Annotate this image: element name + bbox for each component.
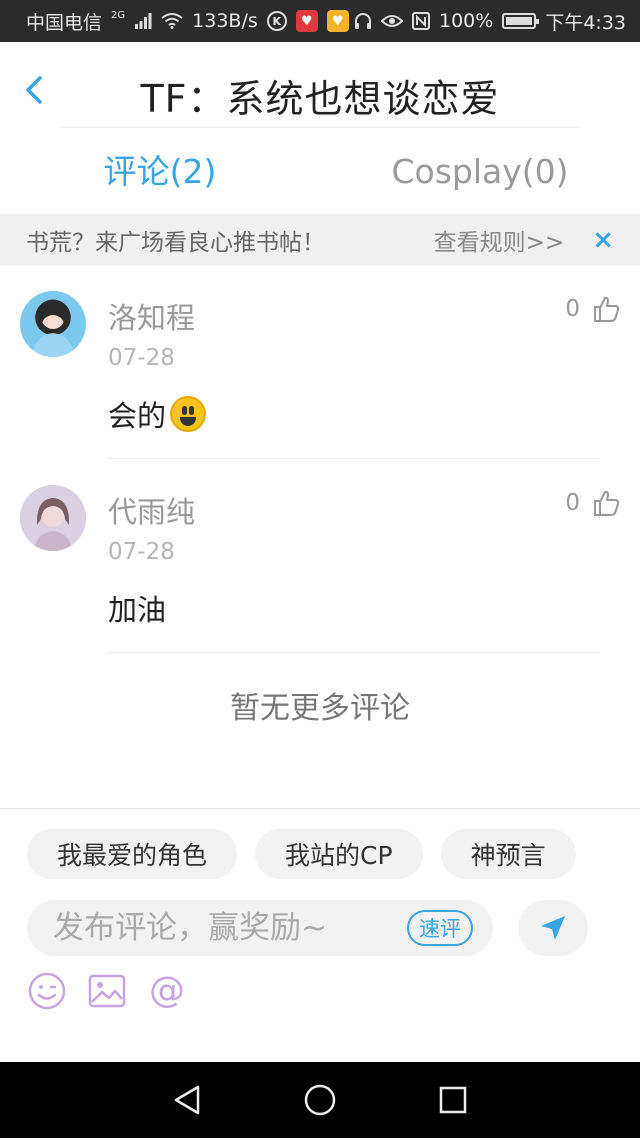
comment-input[interactable] [51, 909, 407, 947]
bag-app-icon: ♥ [326, 10, 349, 32]
comment-input-wrapper: 速评 [27, 900, 493, 956]
headphones-icon [354, 12, 372, 30]
circle-home-icon [304, 1084, 336, 1116]
battery-fill [506, 17, 533, 25]
comment-body: 加油 [108, 593, 167, 627]
network-type: 2G [111, 9, 126, 21]
nav-home-button[interactable] [298, 1078, 342, 1122]
avatar[interactable] [20, 291, 86, 357]
like-count: 0 [565, 490, 580, 516]
battery-icon [502, 13, 540, 29]
comment-body: 会的 [108, 399, 167, 433]
composer-tools: @ [27, 971, 187, 1011]
nav-back-button[interactable] [165, 1078, 209, 1122]
comment-date: 07-28 [108, 539, 175, 565]
heart-app-icon: ♥ [295, 10, 318, 32]
system-nav-bar [0, 1062, 640, 1138]
emoji-button[interactable] [27, 971, 67, 1011]
carrier-label: 中国电信 [26, 11, 103, 34]
no-more-comments: 暂无更多评论 [230, 691, 410, 726]
comment-item: 洛知程 07-28 会的 0 [0, 265, 640, 459]
comment-author[interactable]: 代雨纯 [108, 489, 195, 531]
comment-text: 会的 [108, 393, 207, 435]
view-rules-link[interactable]: 查看规则>> [434, 223, 565, 257]
quick-review-button[interactable]: 速评 [407, 910, 473, 946]
tab-bar: 评论(2) Cosplay(0) [0, 130, 640, 214]
smiley-icon [28, 972, 66, 1010]
app-header: TF：系统也想谈恋爱 [0, 42, 640, 128]
like-button[interactable]: 0 [565, 295, 620, 323]
signal-icon [134, 13, 152, 29]
comment-date: 07-28 [108, 345, 175, 371]
close-icon[interactable]: × [592, 225, 614, 255]
nav-recents-button[interactable] [431, 1078, 475, 1122]
comment-item: 代雨纯 07-28 加油 0 [0, 459, 640, 653]
k-app-icon: K [266, 11, 287, 31]
like-count: 0 [565, 296, 580, 322]
avatar[interactable] [20, 485, 86, 551]
network-speed: 133B/s [192, 10, 258, 32]
topic-chip[interactable]: 我最爱的角色 [27, 829, 238, 879]
square-recents-icon [440, 1086, 467, 1114]
eye-icon [381, 14, 403, 28]
send-icon [541, 916, 565, 940]
image-button[interactable] [87, 971, 127, 1011]
topic-chips: 我最爱的角色 我站的CP 神预言 [27, 829, 576, 879]
comment-composer: 我最爱的角色 我站的CP 神预言 速评 @ [0, 808, 640, 1062]
at-icon: @ [149, 970, 185, 1011]
thumbs-up-icon [594, 296, 620, 322]
triangle-back-icon [174, 1085, 199, 1115]
tab-comments[interactable]: 评论(2) [0, 130, 320, 214]
page-title: TF：系统也想谈恋爱 [140, 77, 500, 121]
send-button[interactable] [518, 900, 588, 956]
header-divider [60, 127, 580, 128]
clock: 下午4:33 [545, 11, 626, 34]
banner-text: 书荒？来广场看良心推书帖！ [26, 229, 325, 256]
battery-percent: 100% [439, 10, 494, 32]
comment-text: 加油 [108, 587, 166, 629]
topic-chip[interactable]: 我站的CP [255, 829, 423, 879]
topic-chip[interactable]: 神预言 [440, 829, 576, 879]
image-icon [88, 974, 126, 1008]
wifi-icon [161, 13, 183, 29]
smiley-emoji-icon [170, 396, 207, 432]
mention-button[interactable]: @ [147, 971, 187, 1011]
comment-author[interactable]: 洛知程 [108, 295, 195, 337]
status-bar: 中国电信 2G 133B/s K ♥ ♥ 100% 下午4:33 [0, 0, 640, 42]
comment-divider [108, 652, 600, 653]
promo-banner[interactable]: 书荒？来广场看良心推书帖！ 查看规则>> × [0, 214, 640, 265]
like-button[interactable]: 0 [565, 489, 620, 517]
tab-cosplay[interactable]: Cosplay(0) [320, 130, 640, 214]
comment-list: 洛知程 07-28 会的 0 代雨纯 07-28 加油 0 [0, 265, 640, 653]
thumbs-up-icon [594, 490, 620, 516]
nfc-icon [412, 12, 430, 30]
